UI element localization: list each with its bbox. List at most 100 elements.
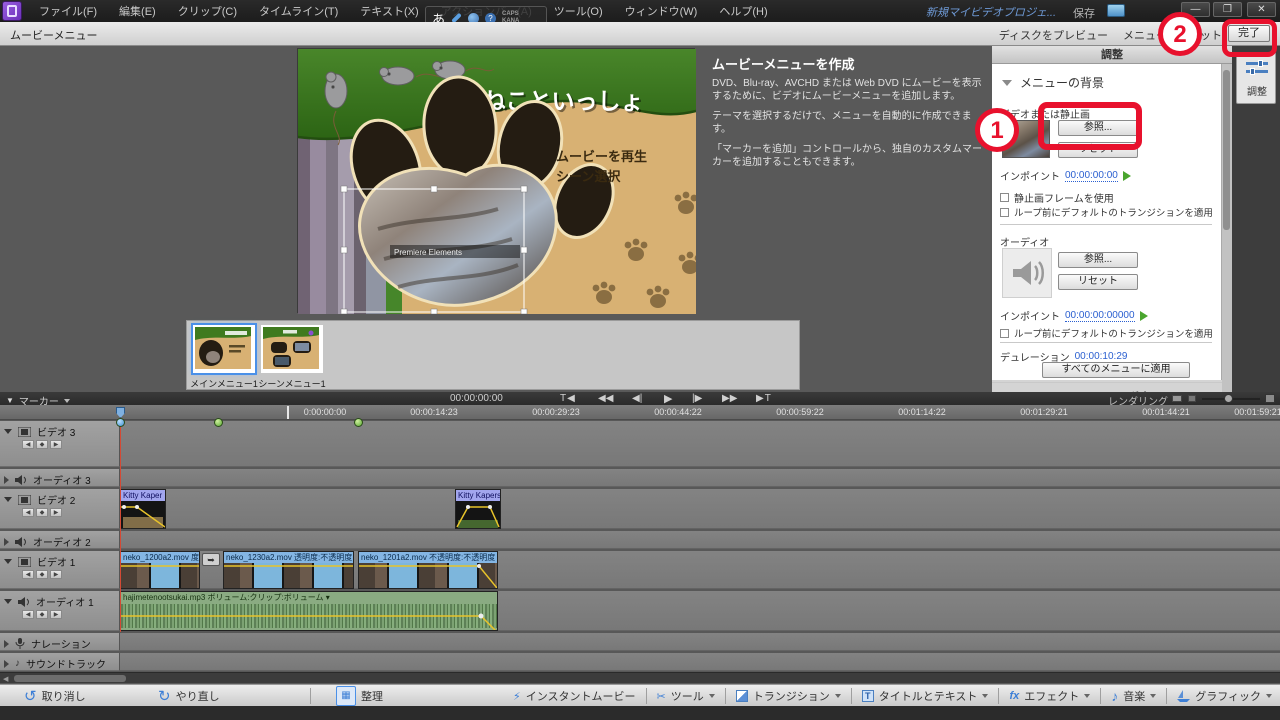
keyframe-nav-buttons[interactable]: ◀◆▶ bbox=[22, 610, 62, 619]
audio-inpoint-value[interactable]: 00:00:00:00000 bbox=[1065, 310, 1135, 322]
apply-all-menus-button[interactable]: すべてのメニューに適用 bbox=[1042, 362, 1190, 378]
restore-button[interactable]: ❐ bbox=[1213, 2, 1242, 17]
expand-icon[interactable] bbox=[4, 640, 9, 648]
instant-movie-button[interactable]: ⚡ インスタントムービー bbox=[513, 688, 636, 704]
effects-button[interactable]: fx エフェクト bbox=[1009, 688, 1090, 704]
save-icon[interactable] bbox=[1107, 4, 1125, 17]
menu-edit[interactable]: 編集(E) bbox=[110, 1, 165, 21]
close-button[interactable]: ✕ bbox=[1247, 2, 1276, 17]
timeline-ruler[interactable]: 0:00:00:00 00:00:14:23 00:00:29:23 00:00… bbox=[0, 405, 1280, 420]
adjust-dock-tab[interactable]: 調整 bbox=[1236, 52, 1276, 104]
scene-marker-2[interactable] bbox=[354, 418, 363, 427]
clip-kitty-kapers-2[interactable]: Kitty Kapers bbox=[455, 489, 501, 529]
step-back-button[interactable]: ◀| bbox=[632, 393, 642, 404]
menu-preview-canvas[interactable]: ねこといっしょ ねこといっしょ Premiere Elements ムービーを再… bbox=[297, 48, 695, 313]
menu-file[interactable]: ファイル(F) bbox=[30, 1, 106, 21]
loop-transition2-checkbox[interactable] bbox=[1000, 329, 1009, 338]
keyframe-nav-buttons[interactable]: ◀◆▶ bbox=[22, 508, 62, 517]
panel-scrollbar[interactable] bbox=[1222, 64, 1232, 392]
section-menu-background[interactable]: メニューの背景 bbox=[1002, 74, 1104, 91]
preview-disc-button[interactable]: ディスクをプレビュー bbox=[999, 27, 1108, 43]
task-line3: 「マーカーを追加」コントロールから、独自のカスタムマーカーを追加することもできま… bbox=[712, 143, 987, 169]
microphone-icon bbox=[15, 638, 25, 649]
menu-clip[interactable]: クリップ(C) bbox=[169, 1, 246, 21]
expand-icon[interactable] bbox=[4, 559, 12, 564]
scroll-thumb[interactable] bbox=[14, 675, 126, 682]
next-clip-button[interactable]: ▶▶ bbox=[722, 393, 737, 404]
expand-icon[interactable] bbox=[4, 497, 12, 502]
organize-button[interactable]: ▦ 整理 bbox=[336, 686, 383, 706]
lane-soundtrack[interactable] bbox=[120, 653, 1280, 671]
clip-neko-1200a2[interactable]: neko_1200a2.mov 度 ▾ bbox=[120, 551, 200, 589]
loop-transition-checkbox[interactable] bbox=[1000, 208, 1009, 217]
task-line1: DVD、Blu-ray、AVCHD または Web DVD にムービーを表示する… bbox=[712, 77, 987, 103]
menu-help[interactable]: ヘルプ(H) bbox=[710, 1, 776, 21]
lane-audio3[interactable] bbox=[120, 469, 1280, 487]
expand-icon[interactable] bbox=[4, 599, 12, 604]
transition-badge[interactable]: ➥ bbox=[202, 553, 220, 566]
thumbnail-scene-menu[interactable] bbox=[261, 325, 323, 373]
expand-icon[interactable] bbox=[4, 476, 9, 484]
keyframe-nav-buttons[interactable]: ◀◆▶ bbox=[22, 440, 62, 449]
thumbnail-main-menu[interactable] bbox=[193, 325, 255, 373]
menu-item-play: ムービーを再生 bbox=[556, 149, 647, 164]
app-icon bbox=[2, 1, 22, 21]
ruler-tick: 00:00:44:22 bbox=[654, 407, 702, 417]
collapse-triangle-icon[interactable] bbox=[1002, 80, 1012, 86]
clip-kitty-kaper-1[interactable]: Kitty Kaper bbox=[120, 489, 166, 529]
lane-narration[interactable] bbox=[120, 633, 1280, 651]
timeline-hscrollbar[interactable]: ◀ bbox=[0, 672, 1280, 683]
scroll-left-arrow[interactable]: ◀ bbox=[3, 675, 8, 683]
lane-video2[interactable] bbox=[120, 489, 1280, 529]
zoom-small-icon[interactable] bbox=[1188, 395, 1196, 402]
keyframe-nav-buttons[interactable]: ◀◆▶ bbox=[22, 570, 62, 579]
lane-video3[interactable] bbox=[120, 421, 1280, 467]
lane-audio2[interactable] bbox=[120, 531, 1280, 549]
playhead-handle[interactable] bbox=[116, 407, 125, 418]
goto-out-button[interactable]: ▶T bbox=[756, 393, 772, 404]
project-title: 新規マイビデオプロジェ... bbox=[926, 4, 1056, 20]
main-menu-marker[interactable] bbox=[116, 418, 125, 427]
tools-button[interactable]: ✂ ツール bbox=[657, 688, 715, 704]
menu-text[interactable]: テキスト(X) bbox=[351, 1, 427, 21]
graphics-button[interactable]: グラフィック bbox=[1177, 688, 1272, 704]
track-name: ビデオ 3 bbox=[37, 424, 75, 439]
zoom-in-icon[interactable] bbox=[1265, 394, 1275, 403]
transitions-button[interactable]: トランジション bbox=[736, 688, 841, 704]
scene-marker-1[interactable] bbox=[214, 418, 223, 427]
prev-clip-button[interactable]: ◀◀ bbox=[598, 393, 613, 404]
expand-icon[interactable] bbox=[4, 660, 9, 668]
step-forward-button[interactable]: |▶ bbox=[692, 393, 702, 404]
titles-text-button[interactable]: T タイトルとテキスト bbox=[862, 688, 989, 704]
zoom-out-icon[interactable] bbox=[1172, 395, 1182, 402]
track-header-video2: ビデオ 2 ◀◆▶ bbox=[0, 489, 120, 529]
expand-icon[interactable] bbox=[4, 538, 9, 546]
video-inpoint-play-icon[interactable] bbox=[1123, 171, 1131, 181]
playhead-line[interactable] bbox=[120, 421, 121, 632]
clip-neko-1230a2[interactable]: neko_1230a2.mov 透明度:不透明度 ▾ bbox=[223, 551, 354, 589]
clip-hajimetenootsukai-audio[interactable]: hajimetenootsukai.mp3 ボリューム:クリップ:ボリューム ▾ bbox=[120, 591, 498, 631]
menu-tools[interactable]: ツール(O) bbox=[545, 1, 612, 21]
work-area-start-marker[interactable] bbox=[287, 406, 289, 419]
save-button[interactable]: 保存 bbox=[1073, 5, 1095, 21]
expand-icon[interactable] bbox=[4, 429, 12, 434]
audio-reset-button[interactable]: リセット bbox=[1058, 274, 1138, 290]
still-frame-checkbox[interactable] bbox=[1000, 193, 1009, 202]
menu-timeline[interactable]: タイムライン(T) bbox=[250, 1, 347, 21]
music-button[interactable]: ♪ 音楽 bbox=[1111, 688, 1156, 704]
play-button[interactable]: ▶ bbox=[664, 392, 672, 405]
ruler-tick: 00:01:59:21 bbox=[1234, 407, 1280, 417]
zoom-slider-thumb[interactable] bbox=[1224, 394, 1233, 403]
audio-browse-button[interactable]: 参照... bbox=[1058, 252, 1138, 268]
undo-button[interactable]: ↺ 取り消し bbox=[24, 687, 86, 705]
redo-button[interactable]: ↻ やり直し bbox=[158, 687, 220, 705]
duration-value[interactable]: 00:00:10:29 bbox=[1075, 351, 1128, 363]
clip-neko-1201a2[interactable]: neko_1201a2.mov 不透明度:不透明度 ▾ bbox=[358, 551, 498, 589]
current-timecode[interactable]: 00:00:00:00 bbox=[450, 393, 503, 404]
audio-inpoint-play-icon[interactable] bbox=[1140, 311, 1148, 321]
video-inpoint-value[interactable]: 00:00:00:00 bbox=[1065, 170, 1118, 182]
titles-icon: T bbox=[862, 690, 874, 702]
menu-window[interactable]: ウィンドウ(W) bbox=[616, 1, 707, 21]
menu-item-scenes: シーン選択 bbox=[556, 169, 621, 184]
goto-in-button[interactable]: T◀ bbox=[560, 393, 576, 404]
